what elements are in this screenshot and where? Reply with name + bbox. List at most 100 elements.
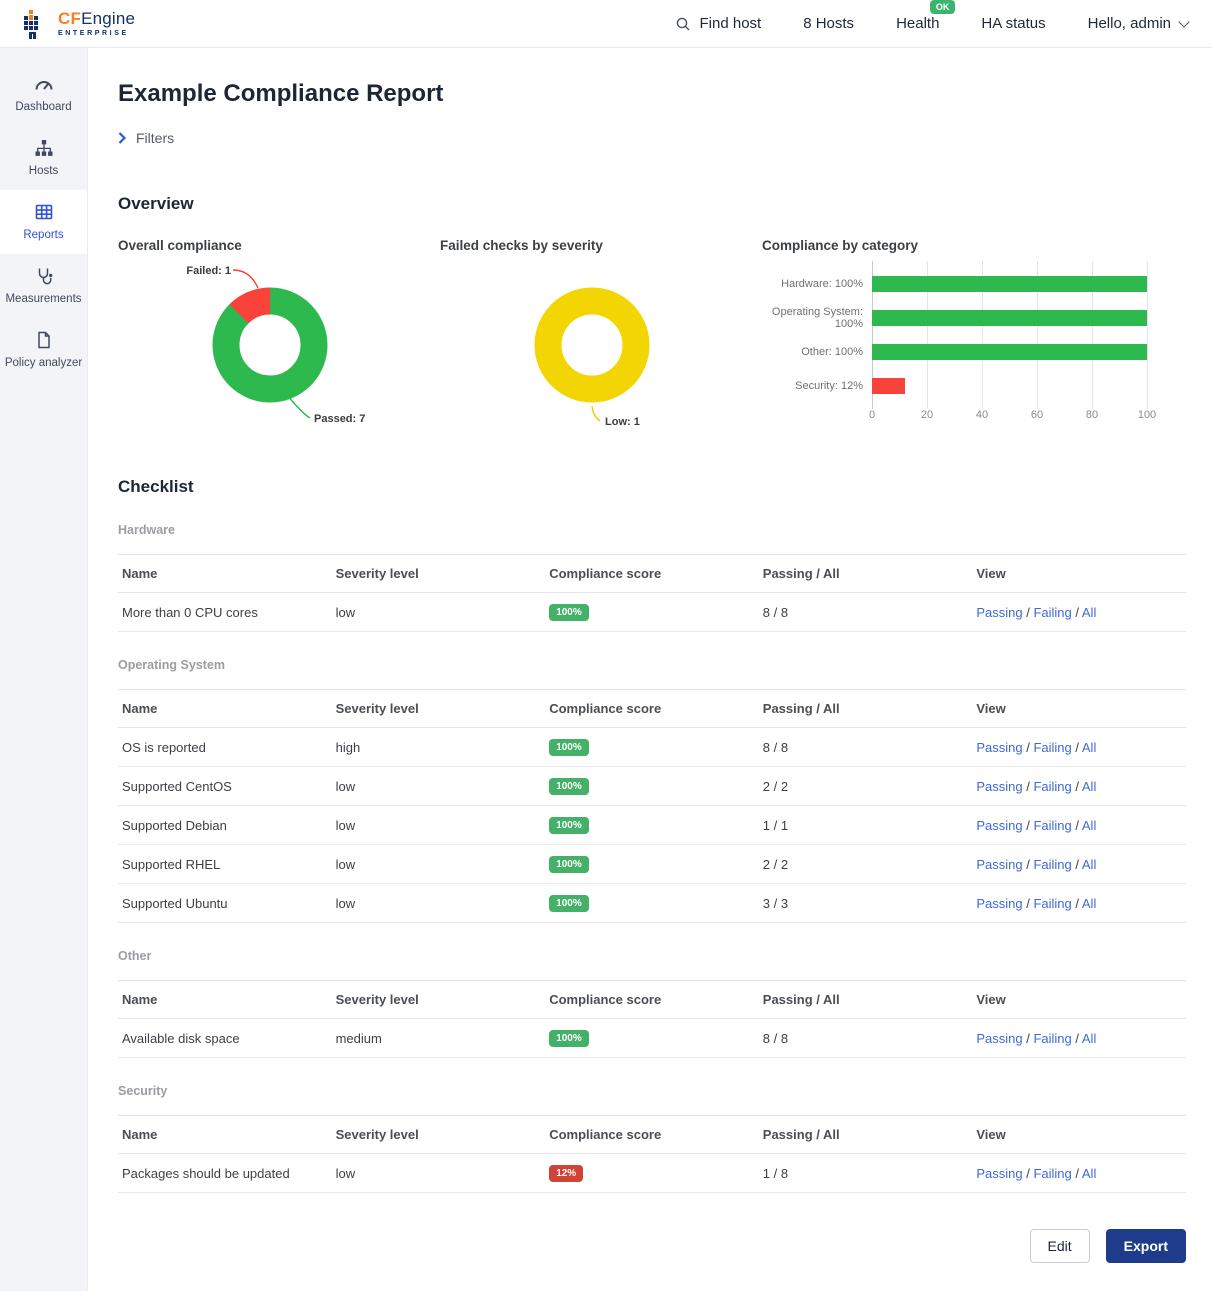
compliance-score-badge: 100% xyxy=(549,739,589,756)
column-header: Passing / All xyxy=(759,981,973,1019)
check-name: OS is reported xyxy=(118,728,332,767)
ha-status[interactable]: HA status xyxy=(981,15,1045,32)
checklist-table: NameSeverity levelCompliance scorePassin… xyxy=(118,1115,1186,1193)
sidebar-item-label: Reports xyxy=(23,229,63,241)
table-row: Supported Debian low 100% 1 / 1 Passing … xyxy=(118,806,1186,845)
bar-label: Security: 12% xyxy=(762,380,872,392)
view-all-link[interactable]: All xyxy=(1082,896,1096,911)
passing-all: 2 / 2 xyxy=(759,767,973,806)
view-all-link[interactable]: All xyxy=(1082,857,1096,872)
health-menu[interactable]: Health OK xyxy=(896,15,939,32)
sidebar-item-label: Policy analyzer xyxy=(5,357,82,369)
column-header: View xyxy=(972,690,1186,728)
table-row: OS is reported high 100% 8 / 8 Passing /… xyxy=(118,728,1186,767)
passing-all: 2 / 2 xyxy=(759,845,973,884)
checklist-section: Operating System NameSeverity levelCompl… xyxy=(118,658,1186,923)
filters-toggle[interactable]: Filters xyxy=(118,130,1186,146)
view-links-cell: Passing / Failing / All xyxy=(972,806,1186,845)
sitemap-icon xyxy=(34,138,54,158)
view-failing-link[interactable]: Failing xyxy=(1033,779,1071,794)
view-link-separator: / xyxy=(1023,1166,1034,1181)
severity-level: low xyxy=(332,884,546,923)
view-failing-link[interactable]: Failing xyxy=(1033,1031,1071,1046)
chart-title: Failed checks by severity xyxy=(440,238,762,253)
column-header: Name xyxy=(118,555,332,593)
view-failing-link[interactable]: Failing xyxy=(1033,818,1071,833)
view-all-link[interactable]: All xyxy=(1082,740,1096,755)
view-links-cell: Passing / Failing / All xyxy=(972,1154,1186,1193)
view-all-link[interactable]: All xyxy=(1082,1166,1096,1181)
chart-title: Overall compliance xyxy=(118,238,440,253)
document-icon xyxy=(34,330,54,350)
low-leader-line xyxy=(592,406,600,421)
view-passing-link[interactable]: Passing xyxy=(976,605,1022,620)
view-all-link[interactable]: All xyxy=(1082,818,1096,833)
sidebar-item-policy-analyzer[interactable]: Policy analyzer xyxy=(0,318,87,382)
view-link-separator: / xyxy=(1023,605,1034,620)
bar-other xyxy=(872,344,1147,360)
table-header-row: NameSeverity levelCompliance scorePassin… xyxy=(118,555,1186,593)
column-header: Name xyxy=(118,981,332,1019)
view-passing-link[interactable]: Passing xyxy=(976,896,1022,911)
footer-actions: Edit Export xyxy=(118,1229,1186,1263)
checklist-section: Other NameSeverity levelCompliance score… xyxy=(118,949,1186,1058)
axis-tick-label: 40 xyxy=(976,409,988,421)
cfengine-logo[interactable]: CFEngine ENTERPRISE xyxy=(24,9,135,39)
sidebar-item-hosts[interactable]: Hosts xyxy=(0,126,87,190)
compliance-score-badge: 100% xyxy=(549,604,589,621)
view-failing-link[interactable]: Failing xyxy=(1033,1166,1071,1181)
view-all-link[interactable]: All xyxy=(1082,605,1096,620)
view-link-separator: / xyxy=(1023,857,1034,872)
donut-chart-overall: Failed: 1 Passed: 7 xyxy=(118,257,440,429)
axis-tick-label: 60 xyxy=(1031,409,1043,421)
sidebar-item-dashboard[interactable]: Dashboard xyxy=(0,62,87,126)
user-menu-label: Hello, admin xyxy=(1088,15,1171,32)
view-passing-link[interactable]: Passing xyxy=(976,740,1022,755)
checklist-section: Security NameSeverity levelCompliance sc… xyxy=(118,1084,1186,1193)
severity-level: high xyxy=(332,728,546,767)
bar-row: Security: 12% xyxy=(762,369,1182,403)
view-link-separator: / xyxy=(1023,818,1034,833)
view-passing-link[interactable]: Passing xyxy=(976,857,1022,872)
view-failing-link[interactable]: Failing xyxy=(1033,740,1071,755)
view-all-link[interactable]: All xyxy=(1082,1031,1096,1046)
view-all-link[interactable]: All xyxy=(1082,779,1096,794)
bar-label: Other: 100% xyxy=(762,346,872,358)
view-failing-link[interactable]: Failing xyxy=(1033,896,1071,911)
column-header: Passing / All xyxy=(759,555,973,593)
chevron-right-icon xyxy=(118,132,126,144)
view-failing-link[interactable]: Failing xyxy=(1033,857,1071,872)
sidebar-item-reports[interactable]: Reports xyxy=(0,190,87,254)
column-header: Passing / All xyxy=(759,690,973,728)
view-failing-link[interactable]: Failing xyxy=(1033,605,1071,620)
bar-security xyxy=(872,378,905,394)
column-header: Passing / All xyxy=(759,1116,973,1154)
edit-button[interactable]: Edit xyxy=(1030,1229,1090,1263)
chevron-down-icon xyxy=(1178,16,1189,27)
donut-slice-low xyxy=(548,301,636,389)
sidebar-item-measurements[interactable]: Measurements xyxy=(0,254,87,318)
compliance-score-badge: 100% xyxy=(549,778,589,795)
check-name: Packages should be updated xyxy=(118,1154,332,1193)
hosts-count[interactable]: 8 Hosts xyxy=(803,15,854,32)
stethoscope-icon xyxy=(34,266,54,286)
view-links-cell: Passing / Failing / All xyxy=(972,845,1186,884)
gauge-icon xyxy=(33,74,55,94)
view-link-separator: / xyxy=(1072,1166,1082,1181)
column-header: View xyxy=(972,981,1186,1019)
export-button[interactable]: Export xyxy=(1106,1229,1186,1263)
table-row: Packages should be updated low 12% 1 / 8… xyxy=(118,1154,1186,1193)
sidebar-item-label: Hosts xyxy=(29,165,58,177)
compliance-score-badge: 100% xyxy=(549,1030,589,1047)
column-header: View xyxy=(972,555,1186,593)
find-host[interactable]: Find host xyxy=(675,15,762,32)
bar-label: Operating System: 100% xyxy=(762,306,872,330)
user-menu[interactable]: Hello, admin xyxy=(1088,15,1188,32)
chart-title: Compliance by category xyxy=(762,238,1182,253)
view-passing-link[interactable]: Passing xyxy=(976,779,1022,794)
view-link-separator: / xyxy=(1072,779,1082,794)
view-passing-link[interactable]: Passing xyxy=(976,1166,1022,1181)
view-passing-link[interactable]: Passing xyxy=(976,1031,1022,1046)
main-content: Example Compliance Report Filters Overvi… xyxy=(88,48,1212,1291)
view-passing-link[interactable]: Passing xyxy=(976,818,1022,833)
